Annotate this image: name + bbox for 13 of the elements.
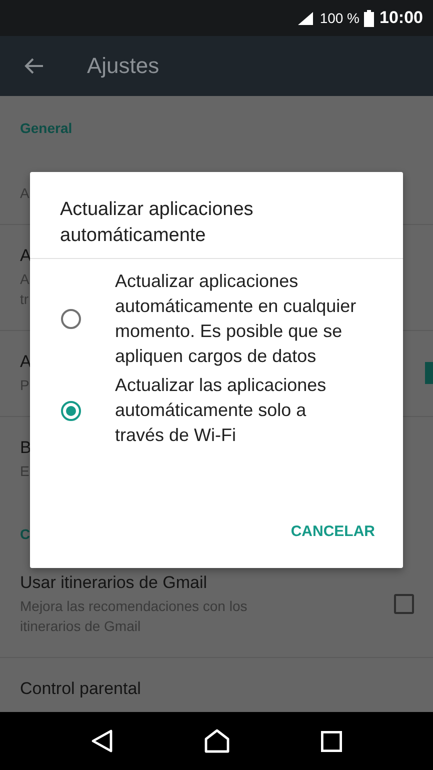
item-title: A <box>20 351 32 373</box>
item-title: Usar itinerarios de Gmail <box>20 572 208 594</box>
dialog-title: Actualizar aplicaciones automáticamente <box>30 172 403 259</box>
battery-percent: 100 % <box>320 10 360 26</box>
item-title: Control parental <box>20 678 141 700</box>
item-title: B <box>20 437 32 459</box>
item-title: A <box>20 245 32 267</box>
section-header: C <box>20 525 30 544</box>
screen-title: Ajustes <box>87 53 160 79</box>
clock: 10:00 <box>380 8 423 28</box>
section-header: General <box>20 119 72 138</box>
option-label: Actualizar las aplicaciones automáticamente solo a través de Wi-Fi <box>115 374 328 447</box>
option-label: Actualizar aplicaciones automáticamente en cualquier momento. Es posible que se apliquen cargos de datos <box>115 270 358 368</box>
